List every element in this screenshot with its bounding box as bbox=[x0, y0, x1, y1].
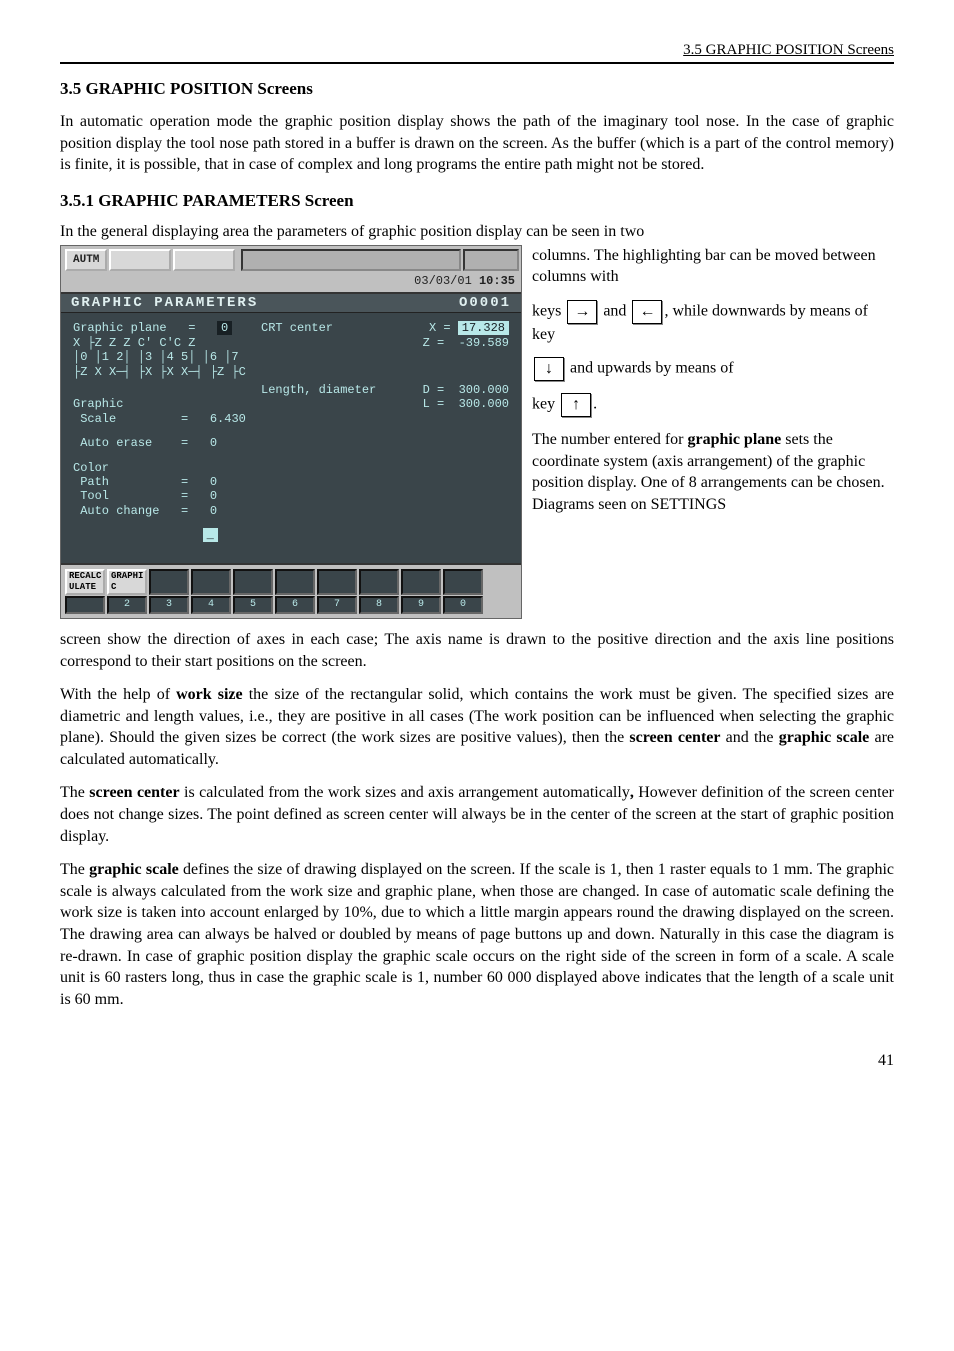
side-p1: columns. The highlighting bar can be mov… bbox=[532, 245, 894, 288]
clock: 03/03/01 10:35 bbox=[61, 271, 521, 291]
screen-title-bar: GRAPHIC PARAMETERS O0001 bbox=[61, 292, 521, 314]
after-p2: With the help of work size the size of t… bbox=[60, 684, 894, 770]
softkey-bar: RECALCULATE GRAPHIC2 3 4 5 6 7 8 9 0 bbox=[61, 563, 521, 618]
lead-line: In the general displaying area the param… bbox=[60, 221, 894, 243]
side-p3: ↓ and upwards by means of bbox=[532, 357, 894, 381]
side-p2: keys → and ←, while downwards by means o… bbox=[532, 300, 894, 346]
subsection-title: 3.5.1 GRAPHIC PARAMETERS Screen bbox=[60, 190, 894, 213]
screen-body: Graphic plane = 0 CRT center X = 17.328 … bbox=[61, 313, 521, 563]
crt-x[interactable]: 17.328 bbox=[458, 321, 509, 335]
mode-tab[interactable]: AUTM bbox=[65, 249, 107, 272]
softkey-0[interactable]: 0 bbox=[443, 569, 483, 614]
softkey-9[interactable]: 9 bbox=[401, 569, 441, 614]
softkey-8[interactable]: 8 bbox=[359, 569, 399, 614]
cursor: _ bbox=[203, 528, 218, 542]
blank-tab[interactable] bbox=[173, 249, 235, 272]
blank-tab[interactable] bbox=[109, 249, 171, 272]
after-p3: The screen center is calculated from the… bbox=[60, 782, 894, 847]
arrow-up-icon: ↑ bbox=[561, 393, 591, 417]
side-p4: key ↑. bbox=[532, 393, 894, 417]
softkey-recalculate[interactable]: RECALCULATE bbox=[65, 569, 105, 614]
cnc-screenshot: AUTM 03/03/01 10:35 GRAPHIC PARAMETERS O… bbox=[60, 245, 522, 619]
empty-tab bbox=[463, 249, 519, 272]
softkey-graphic[interactable]: GRAPHIC2 bbox=[107, 569, 147, 614]
softkey-7[interactable]: 7 bbox=[317, 569, 357, 614]
softkey-4[interactable]: 4 bbox=[191, 569, 231, 614]
after-p1: screen show the direction of axes in eac… bbox=[60, 629, 894, 672]
graphic-plane-value[interactable]: 0 bbox=[217, 321, 232, 335]
softkey-5[interactable]: 5 bbox=[233, 569, 273, 614]
page-number: 41 bbox=[60, 1050, 894, 1072]
arrow-down-icon: ↓ bbox=[534, 357, 564, 381]
softkey-3[interactable]: 3 bbox=[149, 569, 189, 614]
empty-tab bbox=[241, 249, 461, 272]
side-column: columns. The highlighting bar can be mov… bbox=[532, 245, 894, 528]
softkey-6[interactable]: 6 bbox=[275, 569, 315, 614]
page-header: 3.5 GRAPHIC POSITION Screens bbox=[60, 40, 894, 64]
intro-paragraph: In automatic operation mode the graphic … bbox=[60, 111, 894, 176]
after-p4: The graphic scale defines the size of dr… bbox=[60, 859, 894, 1010]
arrow-right-icon: → bbox=[567, 300, 597, 324]
side-p5: The number entered for graphic plane set… bbox=[532, 429, 894, 515]
section-title: 3.5 GRAPHIC POSITION Screens bbox=[60, 78, 894, 101]
arrow-left-icon: ← bbox=[632, 300, 662, 324]
